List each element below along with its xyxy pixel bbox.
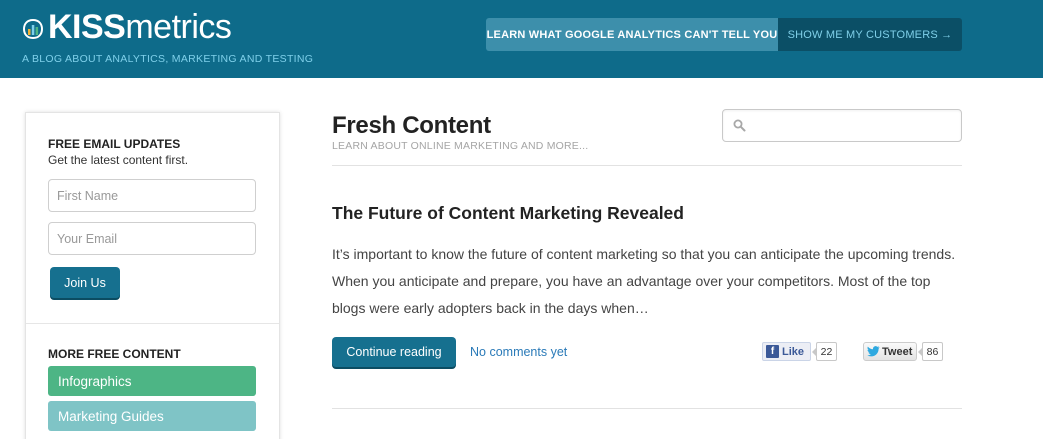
logo-text: KISSmetrics [48, 8, 232, 46]
like-count: 22 [812, 342, 837, 361]
email-updates-subtitle: Get the latest content first. [48, 153, 189, 167]
comments-link[interactable]: No comments yet [470, 345, 567, 359]
post-divider [332, 408, 962, 409]
site-tagline: A BLOG ABOUT ANALYTICS, MARKETING AND TE… [22, 53, 314, 65]
show-customers-button[interactable]: SHOW ME MY CUSTOMERS → [778, 18, 962, 51]
search-icon [733, 119, 746, 137]
join-us-button[interactable]: Join Us [50, 267, 120, 298]
like-label: Like [782, 345, 805, 358]
learn-ga-button[interactable]: LEARN WHAT GOOGLE ANALYTICS CAN'T TELL Y… [486, 18, 778, 51]
tweet-button[interactable]: Tweet [863, 342, 917, 361]
site-header: KISSmetrics A BLOG ABOUT ANALYTICS, MARK… [0, 0, 1043, 78]
search-box[interactable] [722, 109, 962, 142]
page-subtitle: LEARN ABOUT ONLINE MARKETING AND MORE... [332, 140, 589, 152]
kissmetrics-logo[interactable]: KISSmetrics [22, 8, 232, 46]
facebook-like-button[interactable]: f Like [762, 342, 811, 361]
header-divider [332, 165, 962, 166]
tweet-label: Tweet [882, 345, 913, 358]
email-input[interactable] [48, 222, 256, 255]
continue-reading-button[interactable]: Continue reading [332, 337, 456, 367]
sidebar: FREE EMAIL UPDATES Get the latest conten… [25, 112, 280, 439]
sidebar-link-infographics[interactable]: Infographics [48, 366, 256, 396]
more-content-title: MORE FREE CONTENT [48, 347, 181, 361]
facebook-icon: f [766, 345, 779, 358]
email-updates-title: FREE EMAIL UPDATES [48, 137, 181, 151]
sidebar-link-marketing-guides[interactable]: Marketing Guides [48, 401, 256, 431]
analytics-chart-icon [22, 18, 44, 40]
first-name-input[interactable] [48, 179, 256, 212]
post-title[interactable]: The Future of Content Marketing Revealed [332, 203, 684, 224]
search-input[interactable] [751, 114, 956, 138]
sidebar-divider [26, 323, 279, 324]
tweet-count: 86 [918, 342, 943, 361]
post-excerpt: It’s important to know the future of con… [332, 246, 956, 316]
twitter-bird-icon [867, 346, 880, 357]
page-title: Fresh Content [332, 112, 491, 139]
